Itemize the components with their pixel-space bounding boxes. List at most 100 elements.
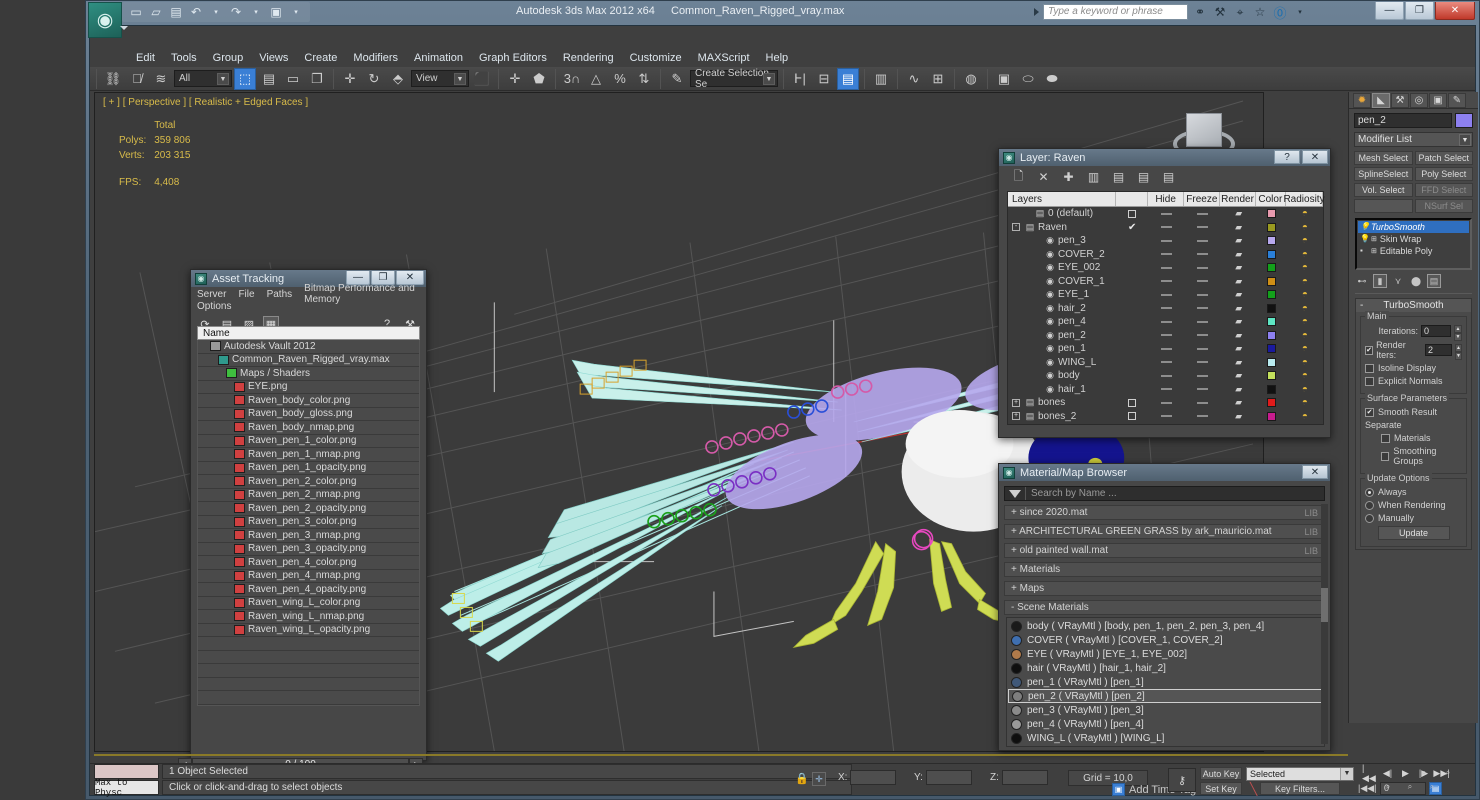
key-mode-toggle-icon[interactable]: ⚷: [1168, 768, 1196, 792]
expand-icon[interactable]: ⊞: [1371, 235, 1377, 243]
layer-row[interactable]: ◉ pen_1 ▰ ◓: [1008, 342, 1323, 356]
asset-row[interactable]: Raven_pen_3_nmap.png: [198, 529, 419, 543]
delete-layer-icon[interactable]: ✕: [1036, 170, 1051, 185]
expand-icon[interactable]: ⊞: [1371, 247, 1377, 255]
freeze-toggle[interactable]: [1197, 347, 1209, 350]
lock-selection-icon[interactable]: 🔒: [795, 772, 809, 785]
select-and-scale-icon[interactable]: ⬘: [387, 68, 409, 90]
undo-icon[interactable]: ↶: [187, 4, 205, 21]
material-item[interactable]: pen_2 ( VRayMtl ) [pen_2]: [1008, 689, 1323, 703]
chevron-down-icon[interactable]: ▼: [763, 73, 775, 85]
asset-menu-file[interactable]: File: [238, 289, 254, 300]
scroll-thumb[interactable]: [1321, 588, 1328, 622]
freeze-toggle[interactable]: [1197, 401, 1209, 404]
pin-stack-icon[interactable]: ⊷: [1355, 274, 1369, 288]
layer-row[interactable]: ◉ EYE_1 ▰ ◓: [1008, 288, 1323, 302]
asset-row[interactable]: [198, 637, 419, 651]
render-iters-checkbox[interactable]: ✔: [1365, 345, 1374, 355]
material-group-header[interactable]: + old painted wall.mat LIB: [1004, 543, 1325, 558]
layer-current-checkbox[interactable]: [1128, 398, 1137, 407]
snaps-toggle-icon[interactable]: 3∩: [561, 68, 583, 90]
layer-row[interactable]: ◉ WING_L ▰ ◓: [1008, 356, 1323, 370]
select-objects-in-layer-icon[interactable]: ▥: [1086, 170, 1101, 185]
layer-color-swatch[interactable]: [1267, 303, 1277, 313]
add-layer-icon[interactable]: ✚: [1061, 170, 1076, 185]
select-layer-of-selection-icon[interactable]: ▤: [1161, 170, 1176, 185]
radiosity-icon[interactable]: ◓: [1302, 262, 1308, 273]
freeze-toggle[interactable]: [1197, 361, 1209, 364]
search-input[interactable]: Search by Name ...: [1025, 487, 1324, 500]
hide-toggle[interactable]: [1161, 374, 1173, 377]
layer-row[interactable]: ◉ hair_1 ▰ ◓: [1008, 383, 1323, 397]
asset-row[interactable]: Raven_pen_3_color.png: [198, 515, 419, 529]
menu-modifiers[interactable]: Modifiers: [345, 51, 406, 65]
menu-edit[interactable]: Edit: [128, 51, 163, 65]
layer-row[interactable]: ◉ EYE_002 ▰ ◓: [1008, 261, 1323, 275]
layer-rows[interactable]: ▤ 0 (default) ▰ ◓ - ▤ Raven ✔ ▰ ◓ ◉ pen_3 ▰ ◓ ◉ COVER_2…: [1008, 207, 1323, 424]
key-mode-selection-combo[interactable]: Selected ▼: [1246, 767, 1354, 781]
asset-row[interactable]: Autodesk Vault 2012: [198, 340, 419, 354]
asset-row[interactable]: Raven_wing_L_opacity.png: [198, 623, 419, 637]
minimize-button[interactable]: —: [1375, 2, 1404, 20]
asset-list[interactable]: Name Autodesk Vault 2012 Common_Raven_Rig…: [197, 326, 420, 800]
light-bulb-icon[interactable]: 💡: [1360, 223, 1370, 231]
select-highlighted-objects-icon[interactable]: ▤: [1111, 170, 1126, 185]
create-tab[interactable]: ✹: [1353, 92, 1371, 108]
spinner-snap-icon[interactable]: ⇅: [633, 68, 655, 90]
layer-current-checkbox[interactable]: [1128, 412, 1137, 421]
asset-row[interactable]: Raven_pen_1_opacity.png: [198, 461, 419, 475]
update-button[interactable]: Update: [1377, 526, 1450, 540]
material-vertical-scrollbar[interactable]: [1321, 504, 1328, 744]
key-filters-button[interactable]: Key Filters...: [1260, 782, 1340, 795]
asset-row[interactable]: Raven_body_nmap.png: [198, 421, 419, 435]
freeze-toggle[interactable]: [1197, 212, 1209, 215]
layer-row[interactable]: ◉ COVER_1 ▰ ◓: [1008, 275, 1323, 289]
close-button[interactable]: ✕: [1302, 150, 1328, 164]
layer-color-swatch[interactable]: [1267, 384, 1277, 394]
material-groups[interactable]: + since 2020.mat LIB + ARCHITECTURAL GREEN…: [999, 505, 1330, 615]
modifier-button-poly-select[interactable]: Poly Select: [1414, 167, 1473, 181]
bind-to-space-warp-icon[interactable]: ≋: [150, 68, 172, 90]
asset-row[interactable]: Raven_pen_3_opacity.png: [198, 542, 419, 556]
menu-tools[interactable]: Tools: [163, 51, 205, 65]
redo-icon[interactable]: ↷: [227, 4, 245, 21]
layer-row[interactable]: ◉ hair_2 ▰ ◓: [1008, 302, 1323, 316]
layer-color-swatch[interactable]: [1267, 344, 1277, 354]
layer-color-swatch[interactable]: [1266, 398, 1276, 408]
star-icon[interactable]: ☆: [1252, 4, 1268, 20]
hide-toggle[interactable]: [1161, 293, 1173, 296]
angle-snap-icon[interactable]: △: [585, 68, 607, 90]
radiosity-icon[interactable]: ◓: [1302, 316, 1308, 327]
radiosity-icon[interactable]: ◓: [1302, 289, 1308, 300]
select-and-link-icon[interactable]: ⛓: [102, 68, 124, 90]
material-item[interactable]: body ( VRayMtl ) [body, pen_1, pen_2, pe…: [1008, 619, 1323, 633]
layer-row[interactable]: - ▤ Raven ✔ ▰ ◓: [1008, 221, 1323, 235]
update-manually-row[interactable]: Manually: [1365, 513, 1462, 523]
menu-group[interactable]: Group: [205, 51, 252, 65]
render-iters-spinner[interactable]: ▲ ▼: [1454, 344, 1462, 360]
layer-color-swatch[interactable]: [1267, 371, 1277, 381]
turbosmooth-rollout[interactable]: - TurboSmooth Main Iterations: 0 ▲ ▼ ✔ Re…: [1355, 298, 1472, 550]
utilities-tab[interactable]: ✎: [1448, 92, 1466, 108]
render-toggle-icon[interactable]: ▰: [1235, 222, 1242, 233]
x-field[interactable]: [850, 770, 897, 785]
auto-key-button[interactable]: Auto Key: [1200, 767, 1242, 780]
layer-row[interactable]: ◉ COVER_2 ▰ ◓: [1008, 248, 1323, 262]
menu-views[interactable]: Views: [251, 51, 296, 65]
object-color-swatch[interactable]: [1455, 113, 1473, 128]
layer-row[interactable]: ◉ body ▰ ◓: [1008, 369, 1323, 383]
selection-filter-combo[interactable]: All ▼: [174, 70, 232, 87]
filter-funnel-icon[interactable]: [1009, 489, 1021, 498]
asset-row[interactable]: EYE.png: [198, 380, 419, 394]
command-panel[interactable]: ✹ ◣ ⚒ ◎ ▣ ✎ pen_2 Modifier List ▼ Mesh Select…: [1348, 92, 1478, 723]
render-production-icon[interactable]: ⬬: [1041, 68, 1063, 90]
modifier-stack-entry[interactable]: ▪ ⊞ Editable Poly: [1358, 245, 1469, 257]
help-icon[interactable]: ⓪: [1272, 4, 1288, 21]
material-item[interactable]: pen_3 ( VRayMtl ) [pen_3]: [1008, 703, 1323, 717]
align-icon[interactable]: ⊟: [813, 68, 835, 90]
smooth-result-checkbox[interactable]: ✔: [1365, 407, 1374, 417]
render-frame-window-icon[interactable]: ⬭: [1017, 68, 1039, 90]
modifier-button-mesh-select[interactable]: Mesh Select: [1354, 151, 1413, 165]
layer-expander[interactable]: +: [1012, 398, 1020, 407]
max-to-physc-button[interactable]: Max to Physc: [94, 778, 159, 798]
